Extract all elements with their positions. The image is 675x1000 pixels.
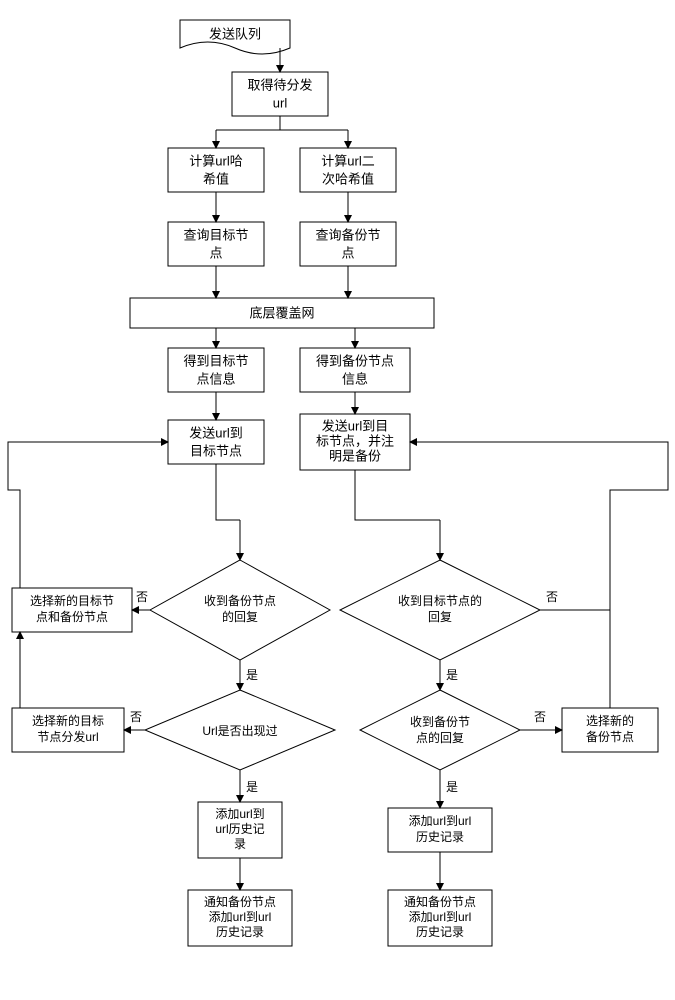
- got-backup-l2: 信息: [342, 371, 368, 386]
- edge-new-both-feedback: [8, 442, 168, 588]
- add-hist-r-l2: 历史记录: [416, 830, 464, 844]
- reply-backup2-yes-label: 是: [446, 780, 458, 794]
- reply-target-l2: 回复: [428, 610, 452, 624]
- hash2-l1: 计算url二: [321, 153, 374, 168]
- new-target-l2: 节点分发url: [37, 729, 98, 744]
- notify-l-l2: 添加url到url: [209, 910, 272, 924]
- url-seen-yes-label: 是: [246, 780, 258, 794]
- new-target-l1: 选择新的目标: [32, 713, 104, 728]
- get-l2: url: [273, 95, 288, 110]
- send-target-l2: 目标节点: [190, 443, 242, 458]
- reply-target-yes-label: 是: [446, 668, 458, 682]
- flowchart: 发送队列 取得待分发 url 计算url哈 希值 计算url二 次哈希值 查询目…: [0, 0, 675, 1000]
- new-backup-l1: 选择新的: [586, 713, 634, 728]
- new-both-l2: 点和备份节点: [36, 610, 108, 624]
- get-l1: 取得待分发: [247, 77, 312, 92]
- edge-send-backup-down-a: [355, 470, 440, 520]
- got-target-l2: 点信息: [196, 371, 235, 386]
- reply-backup2-l1: 收到备份节: [410, 715, 470, 729]
- edge-get-fork: [216, 116, 348, 130]
- send-target-l1: 发送url到: [189, 425, 242, 440]
- url-seen-no-label: 否: [130, 710, 142, 724]
- new-backup-l2: 备份节点: [586, 730, 634, 744]
- edge-send-target-down-a: [216, 464, 240, 520]
- find-target-l1: 查询目标节: [183, 227, 248, 242]
- reply-target-no-label: 否: [546, 590, 558, 604]
- overlay-l1: 底层覆盖网: [249, 305, 314, 320]
- find-target-l2: 点: [209, 245, 222, 260]
- reply-backup2-l2: 点的回复: [416, 730, 464, 745]
- send-backup-l3: 明是备份: [329, 448, 381, 463]
- reply-backup2-diamond: [360, 690, 520, 770]
- hash2-l2: 次哈希值: [322, 171, 374, 186]
- got-backup-l1: 得到备份节点: [316, 353, 394, 368]
- queue-label: 发送队列: [209, 26, 261, 41]
- reply-backup-yes-label: 是: [246, 668, 258, 682]
- find-backup-l1: 查询备份节: [315, 227, 380, 242]
- add-hist-l-l1: 添加url到: [215, 807, 264, 821]
- got-target-l1: 得到目标节: [183, 353, 248, 368]
- reply-target-l1: 收到目标节点的: [398, 593, 482, 608]
- find-backup-l2: 点: [341, 245, 354, 260]
- reply-backup-no-label: 否: [136, 590, 148, 604]
- reply-backup-l1: 收到备份节点: [204, 594, 276, 608]
- add-hist-l-l3: 录: [234, 837, 246, 851]
- hash1-l2: 希值: [203, 171, 229, 186]
- notify-r-l1: 通知备份节点: [404, 895, 476, 909]
- send-backup-l2: 标节点，并注: [316, 433, 394, 448]
- notify-r-l3: 历史记录: [416, 925, 464, 939]
- add-hist-l-l2: url历史记: [215, 822, 264, 836]
- notify-r-l2: 添加url到url: [409, 910, 472, 924]
- reply-backup-l2: 的回复: [222, 609, 258, 624]
- notify-l-l1: 通知备份节点: [204, 895, 276, 909]
- send-backup-l1: 发送url到目: [322, 418, 388, 433]
- notify-l-l3: 历史记录: [216, 925, 264, 939]
- hash1-l1: 计算url哈: [189, 153, 242, 168]
- url-seen-l1: Url是否出现过: [202, 724, 277, 738]
- add-hist-r-l1: 添加url到url: [409, 814, 472, 828]
- new-both-l1: 选择新的目标节: [30, 593, 114, 608]
- reply-backup2-no-label: 否: [534, 710, 546, 724]
